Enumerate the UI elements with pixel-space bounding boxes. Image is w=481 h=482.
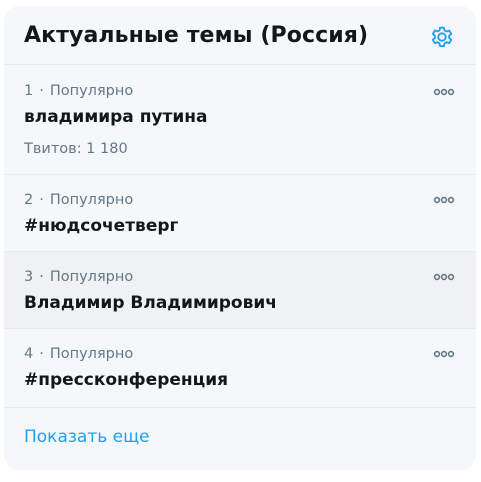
trend-context: Популярно: [49, 192, 134, 208]
trend-meta: 4 · Популярно: [24, 346, 133, 362]
trend-name: #прессконференция: [24, 370, 229, 390]
trend-name: #нюдсочетверг: [24, 216, 179, 236]
show-more-row[interactable]: Показать еще: [4, 408, 476, 470]
show-more-link[interactable]: Показать еще: [24, 427, 150, 447]
trend-name: владимира путина: [24, 107, 208, 127]
trend-separator: ·: [39, 192, 44, 208]
trend-context: Популярно: [49, 269, 134, 285]
trend-meta: 2 · Популярно: [24, 192, 133, 208]
trends-panel: Актуальные темы (Россия) 1 · Популярно вла…: [4, 6, 476, 470]
trends-header: Актуальные темы (Россия): [4, 6, 476, 65]
trend-name: Владимир Владимирович: [24, 293, 277, 313]
trend-separator: ·: [39, 346, 44, 362]
trend-tweet-count: Твитов: 1 180: [24, 141, 128, 157]
more-horizontal-icon[interactable]: [430, 190, 458, 210]
trend-rank: 2: [24, 192, 34, 208]
gear-icon[interactable]: [428, 23, 456, 51]
trend-meta: 1 · Популярно: [24, 83, 133, 99]
trend-item[interactable]: 3 · Популярно Владимир Владимирович: [4, 252, 476, 329]
trend-item[interactable]: 4 · Популярно #прессконференция: [4, 329, 476, 408]
trend-separator: ·: [39, 83, 44, 99]
trend-rank: 4: [24, 346, 34, 362]
trends-title: Актуальные темы (Россия): [24, 23, 369, 48]
trend-item[interactable]: 2 · Популярно #нюдсочетверг: [4, 175, 476, 252]
trend-item[interactable]: 1 · Популярно владимира путина Твитов: 1 1…: [4, 65, 476, 175]
trend-separator: ·: [39, 269, 44, 285]
trend-meta: 3 · Популярно: [24, 269, 133, 285]
more-horizontal-icon[interactable]: [430, 82, 458, 102]
more-horizontal-icon[interactable]: [430, 344, 458, 364]
trend-context: Популярно: [49, 83, 134, 99]
more-horizontal-icon[interactable]: [430, 267, 458, 287]
trend-rank: 1: [24, 83, 34, 99]
trend-context: Популярно: [49, 346, 134, 362]
trend-rank: 3: [24, 269, 34, 285]
